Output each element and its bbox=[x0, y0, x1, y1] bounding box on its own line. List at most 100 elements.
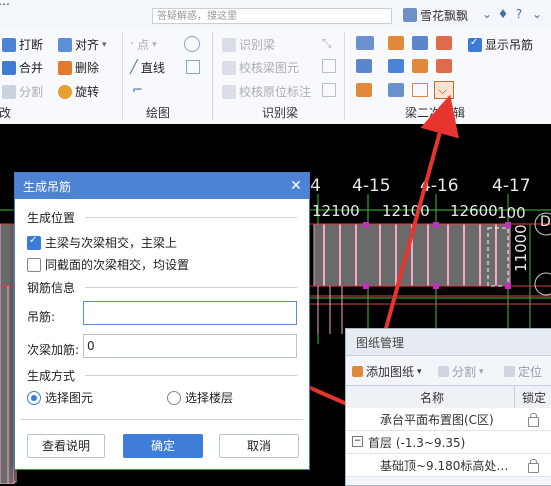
dimension-label: 100 bbox=[497, 204, 526, 222]
drawing-manager-panel: 图纸管理 添加图纸 ▾ 分割 ▾ 定位 名称 锁定 承台平面布置图(C区) − … bbox=[345, 328, 551, 486]
rectangle-icon[interactable] bbox=[186, 60, 200, 74]
username[interactable]: 雪花飘飘 bbox=[420, 7, 468, 24]
cursor-icon[interactable]: ⤡ bbox=[322, 36, 336, 50]
check-beam-button[interactable]: 校核梁图元 bbox=[222, 59, 299, 76]
table-row[interactable]: − 首层 (-1.3~9.35) bbox=[346, 431, 551, 454]
radio-select-floors[interactable] bbox=[167, 390, 181, 405]
hanger-input[interactable] bbox=[83, 301, 297, 325]
panel-header: 图纸管理 bbox=[346, 329, 551, 356]
rebar-icon[interactable] bbox=[412, 36, 428, 50]
group-label-draw: 绘图 bbox=[146, 106, 171, 120]
ribbon-divider bbox=[344, 32, 345, 120]
show-hangers-checkbox[interactable] bbox=[468, 37, 482, 52]
span-icon[interactable] bbox=[436, 36, 452, 50]
divider bbox=[85, 217, 297, 218]
divider bbox=[85, 375, 297, 376]
identify-beam-button[interactable]: 识别梁 bbox=[222, 36, 275, 53]
pencil-icon[interactable] bbox=[356, 83, 372, 97]
show-hangers-toggle[interactable]: 显示吊筋 bbox=[468, 36, 533, 53]
check-annotation-button[interactable]: 校核原位标注 bbox=[222, 83, 311, 100]
axis-label: 4-15 bbox=[352, 176, 391, 196]
dropdown-arrow-icon: ▾ bbox=[479, 366, 484, 377]
menu-icon[interactable]: ⌄ bbox=[530, 7, 544, 21]
grid-bubble-label: D bbox=[540, 214, 551, 230]
merge-icon bbox=[2, 60, 16, 75]
option-main-secondary[interactable]: 主梁与次梁相交，主梁上 bbox=[27, 234, 177, 251]
generate-hanger-button[interactable]: ⌵ bbox=[434, 81, 454, 99]
radio-select-elements[interactable] bbox=[27, 390, 41, 405]
collapse-icon[interactable]: − bbox=[352, 436, 363, 447]
group-label-beam-edit: 梁二次编辑 bbox=[405, 106, 466, 120]
delete-button[interactable]: 删除 bbox=[58, 59, 99, 76]
vertical-dimension-label: 11000 bbox=[512, 224, 530, 272]
axis-label: 4-17 bbox=[492, 176, 531, 196]
dialog-title: 生成吊筋 bbox=[23, 180, 72, 194]
chevron-down-icon[interactable]: ⌄ bbox=[480, 7, 494, 21]
gear-icon[interactable] bbox=[388, 83, 404, 97]
frame-icon[interactable] bbox=[322, 59, 336, 73]
table-row[interactable]: 基础顶~9.180标高处… bbox=[346, 454, 551, 477]
circle-icon[interactable] bbox=[184, 36, 200, 52]
checkbox-same-section[interactable] bbox=[27, 257, 41, 272]
align-button[interactable]: 对齐 ▾ bbox=[58, 36, 107, 53]
line-icon: ╱ bbox=[130, 60, 138, 75]
secondary-rebar-input[interactable]: 0 bbox=[83, 334, 297, 358]
hanger-label: 吊筋: bbox=[27, 310, 56, 324]
lock-icon[interactable] bbox=[528, 459, 539, 473]
cancel-button[interactable]: 取消 bbox=[219, 434, 299, 458]
section-position-title: 生成位置 bbox=[27, 211, 76, 225]
radio-option-elements[interactable]: 选择图元 bbox=[27, 389, 93, 406]
lock-icon[interactable] bbox=[528, 413, 539, 427]
help-icon[interactable]: ? bbox=[512, 7, 526, 21]
rotate-button[interactable]: 旋转 bbox=[58, 83, 99, 100]
window-title-fragment: … bbox=[0, 0, 10, 8]
column-divider bbox=[514, 386, 515, 408]
locate-button[interactable]: 定位 bbox=[504, 363, 542, 380]
close-icon[interactable]: ✕ bbox=[285, 175, 307, 197]
table-header: 名称 锁定 bbox=[346, 385, 551, 409]
rotate-icon bbox=[58, 84, 72, 99]
column-header-lock: 锁定 bbox=[522, 391, 547, 405]
rebar-edit-icon[interactable] bbox=[436, 59, 452, 73]
copy-beam-icon[interactable] bbox=[356, 59, 372, 73]
merge-button[interactable]: 合并 bbox=[2, 59, 43, 76]
ribbon-toolbar: 打断 对齐 ▾ 合并 删除 分割 旋转 改 · 点 ▾ ╱ 直线 ⌐ 绘图 识别… bbox=[0, 28, 551, 125]
generate-hanger-dialog: 生成吊筋 ✕ 生成位置 主梁与次梁相交，主梁上 同截面的次梁相交，均设置 钢筋信… bbox=[14, 172, 310, 470]
beam-edit-icon[interactable] bbox=[388, 36, 404, 50]
ok-button[interactable]: 确定 bbox=[123, 434, 203, 458]
radio-option-floors[interactable]: 选择楼层 bbox=[167, 389, 233, 406]
grid-icon[interactable] bbox=[412, 83, 428, 97]
break-button[interactable]: 打断 bbox=[2, 36, 43, 53]
add-drawing-button[interactable]: 添加图纸 ▾ bbox=[352, 363, 422, 380]
line-button[interactable]: ╱ 直线 bbox=[130, 59, 165, 76]
dimension-label: 12600 bbox=[450, 202, 498, 220]
ribbon-divider bbox=[212, 32, 213, 120]
bell-icon[interactable]: ♦ bbox=[496, 7, 510, 21]
checkbox-main-secondary[interactable] bbox=[27, 235, 41, 250]
split-button[interactable]: 分割 bbox=[2, 83, 43, 100]
panel-title: 图纸管理 bbox=[356, 336, 405, 350]
split-icon bbox=[2, 84, 16, 99]
frame-icon[interactable] bbox=[322, 83, 336, 97]
column-header-name: 名称 bbox=[420, 391, 445, 405]
check-annotation-icon bbox=[222, 84, 236, 99]
apply-beam-icon[interactable] bbox=[388, 59, 404, 73]
point-button[interactable]: · 点 ▾ bbox=[130, 36, 157, 53]
section-method-title: 生成方式 bbox=[27, 369, 76, 383]
secondary-rebar-label: 次梁加筋: bbox=[27, 343, 80, 357]
section-rebar-title: 钢筋信息 bbox=[27, 281, 76, 295]
help-button[interactable]: 查看说明 bbox=[27, 434, 105, 458]
polyline-icon[interactable]: ⌐ bbox=[132, 83, 146, 98]
option-same-section[interactable]: 同截面的次梁相交，均设置 bbox=[27, 256, 189, 273]
add-drawing-icon bbox=[352, 366, 363, 377]
eraser-icon bbox=[58, 60, 72, 75]
flip-icon[interactable] bbox=[412, 59, 428, 73]
locate-icon bbox=[504, 366, 515, 377]
divider bbox=[21, 419, 303, 420]
beam-tool-icon[interactable] bbox=[356, 36, 374, 50]
user-avatar-icon[interactable] bbox=[403, 8, 417, 22]
table-row[interactable]: 承台平面布置图(C区) bbox=[346, 408, 551, 431]
search-input[interactable]: 答疑解惑，搜这里 bbox=[152, 8, 392, 24]
check-icon bbox=[222, 60, 236, 75]
split-drawing-button[interactable]: 分割 ▾ bbox=[438, 363, 484, 380]
